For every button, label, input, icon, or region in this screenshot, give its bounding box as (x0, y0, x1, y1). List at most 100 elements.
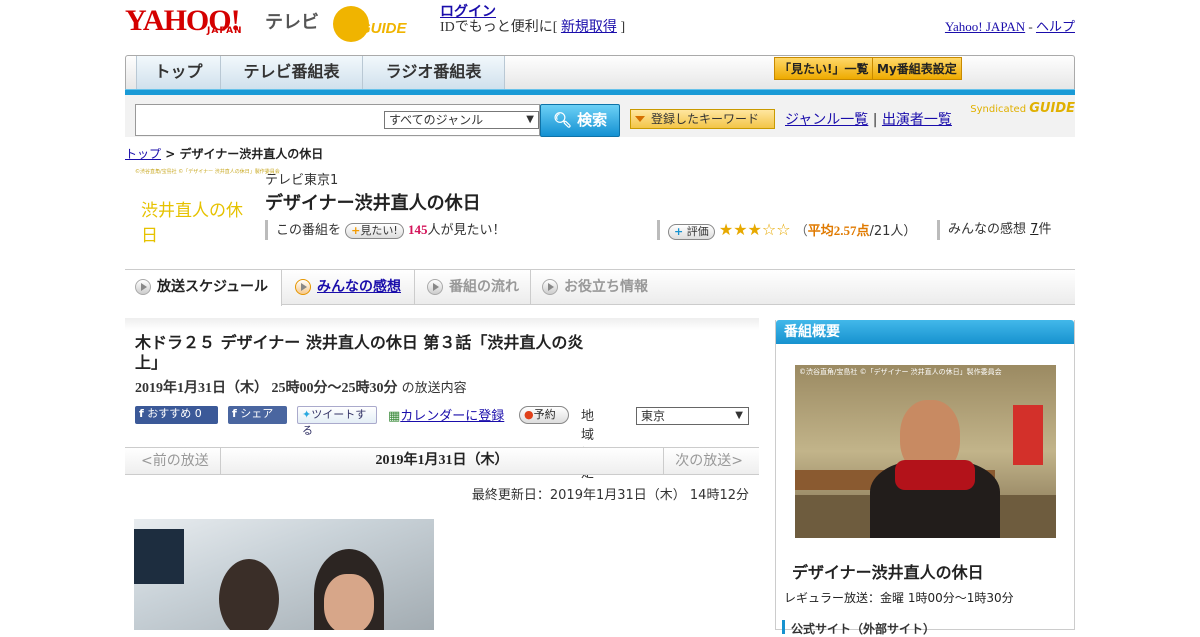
divider (657, 220, 660, 240)
channel-name: テレビ東京1 (265, 173, 339, 188)
program-subnav: 放送スケジュール みんなの感想 番組の流れ お役立ち情報 (125, 269, 1075, 306)
subtab-flow-label: 番組の流れ (449, 279, 519, 295)
twitter-icon: ✦ (302, 408, 312, 421)
search-links-divider: | (872, 112, 878, 128)
next-broadcast-link[interactable]: 次の放送> (675, 448, 743, 474)
chevron-down-icon: ▼ (526, 114, 534, 125)
play-icon (427, 279, 443, 295)
login-note-end: ] (620, 20, 626, 35)
episode-photo (134, 519, 434, 630)
gguide-text: GUIDE (359, 20, 407, 37)
want-group: この番組を +見たい! 145人が見たい！ (276, 220, 505, 241)
play-icon (135, 279, 151, 295)
review-suffix: 件 (1038, 222, 1052, 237)
rating-average: 平均2.57点 (807, 223, 870, 238)
calendar-link-group: ▦カレンダーに登録 (388, 405, 504, 424)
facebook-recommend-label: おすすめ 0 (147, 407, 202, 420)
episode-panel: 木ドラ２５ デザイナー 渋井直人の休日 第３話「渋井直人の炎上」 2019年1月… (125, 318, 759, 481)
want-prefix: この番組を (276, 223, 342, 238)
photo-credit: ©渋谷直角/宝島社 ©「デザイナー 渋井直人の休日」製作委員会 (799, 368, 1002, 376)
episode-datetime: 2019年1月31日（木） 25時00分～25時30分 の放送内容 (135, 377, 467, 397)
last-updated: 最終更新日：2019年1月31日（木） 14時12分 (471, 488, 749, 503)
subtab-reviews-label: みんなの感想 (317, 279, 401, 295)
area-select[interactable]: 東京 ▼ (636, 407, 749, 425)
subtab-reviews[interactable]: みんなの感想 (285, 270, 415, 304)
genre-select-value: すべてのジャンル (389, 113, 484, 127)
want-button-label: 見たい! (360, 223, 398, 237)
facebook-share-button[interactable]: f シェア (228, 406, 287, 424)
breadcrumb-sep: > (165, 147, 176, 161)
genre-select[interactable]: すべてのジャンル ▼ (384, 111, 539, 129)
top-links-sep: - (1028, 19, 1033, 34)
play-icon (295, 279, 311, 295)
episode-datetime-suffix: の放送内容 (401, 381, 467, 396)
tab-tv-schedule[interactable]: テレビ番組表 (221, 56, 363, 90)
calendar-icon: ▦ (388, 409, 401, 424)
gguide-logo[interactable]: GUIDE (333, 6, 433, 42)
program-summary: 番組概要 ©渋谷直角/宝島社 ©「デザイナー 渋井直人の休日」製作委員会 デザイ… (775, 320, 1075, 636)
avg-open: （ (794, 224, 808, 239)
subtab-schedule-label: 放送スケジュール (157, 279, 269, 295)
divider (265, 220, 268, 240)
tweet-button[interactable]: ✦ツイートする (297, 406, 377, 437)
program-thumbnail-credit: ©渋谷直角/宝島社 ©「デザイナー 渋井直人の休日」製作委員会 (135, 169, 280, 175)
yahoo-japan-link[interactable]: Yahoo! JAPAN (945, 19, 1025, 34)
breadcrumb: トップ > デザイナー渋井直人の休日 (125, 145, 323, 162)
broadcast-pager: <前の放送 2019年1月31日（木） 次の放送> (125, 447, 759, 475)
service-name[interactable]: テレビ (265, 8, 319, 34)
my-schedule-button[interactable]: My番組表設定 (872, 57, 962, 80)
plus-icon: + (674, 224, 684, 238)
search-button[interactable]: 🔍︎ 検索 (540, 104, 620, 137)
watch-list-button[interactable]: 「見たい!」一覧 (774, 57, 874, 80)
calendar-link[interactable]: カレンダーに登録 (400, 409, 504, 424)
rating-stars: ★★★☆☆ (718, 220, 791, 239)
help-link[interactable]: ヘルプ (1036, 19, 1075, 34)
tweet-label: ツイートする (302, 408, 367, 437)
summary-regular-schedule: レギュラー放送：金曜 1時00分～1時30分 (784, 591, 1014, 605)
subtab-info[interactable]: お役立ち情報 (532, 270, 672, 304)
signup-link[interactable]: 新規取得 (561, 20, 617, 35)
facebook-recommend-button[interactable]: f おすすめ 0 (135, 406, 218, 424)
subtab-info-label: お役立ち情報 (564, 279, 648, 295)
top-links: Yahoo! JAPAN - ヘルプ (945, 16, 1075, 35)
record-icon: ● (524, 408, 534, 421)
login-area: ログイン IDでもっと便利に[ 新規取得 ] (440, 5, 625, 35)
rate-button[interactable]: + 評価 (668, 223, 715, 240)
want-count: 145 (407, 222, 428, 237)
genre-list-link[interactable]: ジャンル一覧 (785, 112, 868, 128)
subtab-flow[interactable]: 番組の流れ (417, 270, 531, 304)
facebook-share-label: シェア (240, 407, 274, 420)
prev-broadcast-link[interactable]: <前の放送 (141, 448, 209, 474)
divider (937, 220, 940, 240)
reserve-button[interactable]: ●予約 (519, 406, 569, 424)
photo-slide (1013, 405, 1043, 465)
official-site-link[interactable]: 公式サイト（外部サイト） (782, 620, 935, 636)
photo-poster (134, 529, 184, 584)
rate-button-label: 評価 (686, 224, 709, 238)
search-button-label: 検索 (577, 111, 608, 129)
episode-datetime-value: 2019年1月31日（木） 25時00分～25時30分 (135, 381, 398, 396)
play-icon (542, 279, 558, 295)
program-thumbnail-title: 渋井直人の休日 (141, 201, 243, 246)
subtab-schedule[interactable]: 放送スケジュール (125, 270, 282, 306)
main-nav: トップ テレビ番組表 ラジオ番組表 「見たい!」一覧 My番組表設定 (125, 55, 1075, 93)
summary-title: デザイナー渋井直人の休日 (792, 563, 984, 582)
tab-top[interactable]: トップ (136, 56, 221, 90)
want-button[interactable]: +見たい! (345, 222, 404, 239)
cast-list-link[interactable]: 出演者一覧 (882, 112, 952, 128)
tab-radio-schedule[interactable]: ラジオ番組表 (363, 56, 505, 90)
breadcrumb-current: デザイナー渋井直人の休日 (179, 147, 324, 161)
facebook-icon: f (232, 407, 237, 420)
yahoo-japan-label: JAPAN (207, 26, 243, 36)
login-link[interactable]: ログイン (440, 5, 496, 20)
review-label: みんなの感想 (948, 222, 1027, 237)
syndicated-label: Syndicated GUIDE (970, 101, 1075, 116)
syndicated-text: Syndicated (970, 104, 1027, 115)
want-suffix: 人が見たい！ (427, 223, 506, 238)
breadcrumb-top-link[interactable]: トップ (125, 147, 161, 161)
review-group: みんなの感想 7件 (948, 220, 1051, 240)
saved-keywords-button[interactable]: 登録したキーワード (630, 109, 775, 129)
syndicated-gguide: GUIDE (1029, 101, 1075, 116)
reserve-label: 予約 (533, 408, 556, 421)
search-bar: すべてのジャンル ▼ 🔍︎ 検索 登録したキーワード ジャンル一覧 | 出演者一… (125, 95, 1075, 137)
